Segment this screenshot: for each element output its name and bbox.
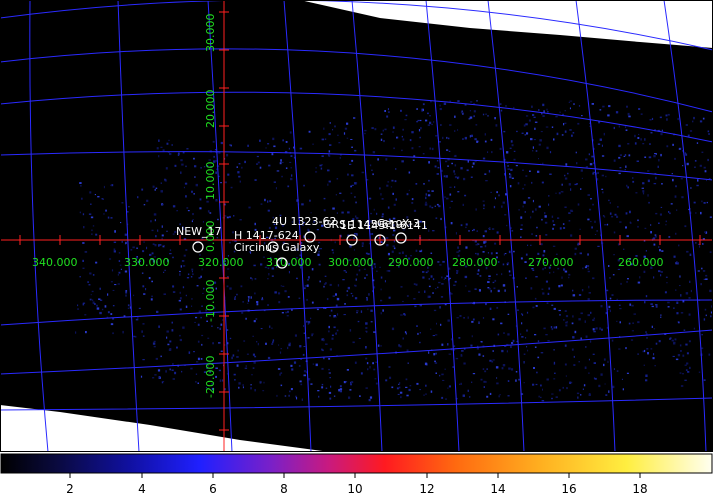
colorbar-gradient <box>1 454 712 473</box>
colorbar-ticks <box>70 473 640 478</box>
source-label: Circinus Galaxy <box>234 241 320 254</box>
lon-label: 270.000 <box>528 256 574 269</box>
colorbar-tick-label: 14 <box>490 482 505 496</box>
longitude-labels: 340.000 330.000 320.000 310.000 300.000 … <box>32 256 664 269</box>
colorbar-tick-label: 10 <box>347 482 362 496</box>
colorbar-tick-label: 6 <box>209 482 217 496</box>
colorbar: 2 4 6 8 10 12 14 16 18 <box>0 452 713 498</box>
lat-label: 10.000 <box>204 162 217 201</box>
lon-label: 320.000 <box>198 256 244 269</box>
lon-label: 330.000 <box>124 256 170 269</box>
lon-label: 290.000 <box>388 256 434 269</box>
lat-label: -10.000 <box>204 280 217 322</box>
lat-label: -20.000 <box>204 356 217 398</box>
lon-label: 280.000 <box>452 256 498 269</box>
colorbar-tick-label: 4 <box>138 482 146 496</box>
lat-label: 30.000 <box>204 14 217 53</box>
colorbar-tick-label: 8 <box>280 482 288 496</box>
colorbar-tick-label: 12 <box>419 482 434 496</box>
source-label: 1E 1145.1-6141 <box>340 219 428 232</box>
colorbar-labels: 2 4 6 8 10 12 14 16 18 <box>66 482 647 496</box>
source-label: NEW_17 <box>176 225 222 238</box>
lon-label: 260.000 <box>618 256 664 269</box>
lon-label: 300.000 <box>328 256 374 269</box>
lat-label: 20.000 <box>204 90 217 129</box>
sky-map[interactable]: 340.000 330.000 320.000 310.000 300.000 … <box>0 0 713 452</box>
colorbar-tick-label: 16 <box>561 482 576 496</box>
colorbar-tick-label: 18 <box>632 482 647 496</box>
lon-label: 310.000 <box>266 256 312 269</box>
lon-label: 340.000 <box>32 256 78 269</box>
colorbar-tick-label: 2 <box>66 482 74 496</box>
